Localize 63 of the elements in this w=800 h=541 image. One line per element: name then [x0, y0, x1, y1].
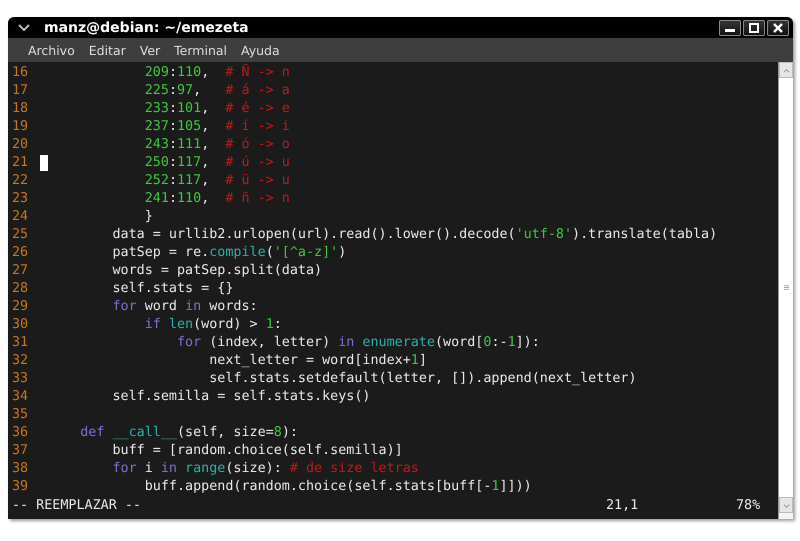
menu-item[interactable]: Archivo	[21, 40, 82, 60]
line-number: 18	[11, 100, 30, 118]
code-line: for i in range(size): # de size letras	[111, 460, 419, 478]
code-line: for (index, letter) in enumerate(word[0:-1]):	[176, 334, 540, 352]
grip-icon	[782, 284, 790, 291]
menu-item[interactable]: Ver	[132, 40, 168, 60]
line-number: 22	[11, 172, 30, 190]
line-number: 35	[11, 406, 30, 424]
line-number: 33	[11, 370, 30, 388]
code-line: next_letter = word[index+1]	[208, 352, 427, 370]
close-button[interactable]	[767, 20, 789, 36]
code-line: for word in words:	[111, 298, 258, 316]
code-line: patSep = re.compile('[^a-z]')	[111, 244, 346, 262]
line-number: 28	[11, 280, 30, 298]
code-line: 252:117, # ü -> u	[144, 172, 290, 190]
code-line: if len(word) > 1:	[144, 316, 282, 334]
code-line: data = urllib2.urlopen(url).read().lower().decode('utf-8').translate(tabla)	[111, 226, 718, 244]
code-line: self.stats = {}	[111, 280, 234, 298]
line-number: 26	[11, 244, 30, 262]
menu-item[interactable]: Terminal	[167, 40, 234, 60]
code-line: buff = [random.choice(self.semilla)]	[111, 442, 403, 460]
code-line: 233:101, # é -> e	[144, 100, 290, 118]
code-line: buff.append(random.choice(self.stats[buff[-1]]))	[144, 478, 532, 496]
line-number: 37	[11, 442, 30, 460]
line-number: 31	[11, 334, 30, 352]
line-number: 29	[11, 298, 30, 316]
chevron-icon[interactable]	[18, 24, 30, 32]
close-icon	[772, 22, 784, 32]
line-number: 20	[11, 136, 30, 154]
code-line: self.stats.setdefault(letter, []).append(next_letter)	[208, 370, 637, 388]
cursor-position: 21,1	[606, 497, 640, 515]
code-line: 209:110, # Ñ -> n	[144, 64, 290, 82]
code-line: 243:111, # ó -> o	[144, 136, 290, 154]
mode-indicator: -- REEMPLAZAR --	[12, 497, 142, 515]
minimize-icon	[725, 29, 735, 32]
code-line: }	[144, 208, 153, 226]
line-number: 21	[11, 154, 30, 172]
line-number: 39	[11, 478, 30, 496]
code-line: def __call__(self, size=8):	[79, 424, 298, 442]
line-number: 27	[11, 262, 30, 280]
line-number: 25	[11, 226, 30, 244]
line-number: 36	[11, 424, 30, 442]
line-number: 17	[11, 82, 30, 100]
window-title: manz@debian: ~/emezeta	[44, 20, 250, 36]
code-line: 241:110, # ñ -> n	[144, 190, 290, 208]
code-line: self.semilla = self.stats.keys()	[111, 388, 370, 406]
code-line: 225:97, # á -> a	[144, 82, 290, 100]
maximize-icon	[748, 22, 760, 32]
code-line: words = patSep.split(data)	[111, 262, 322, 280]
line-number: 34	[11, 388, 30, 406]
line-number: 16	[11, 64, 30, 82]
code-line: 237:105, # í -> i	[144, 118, 290, 136]
line-number: 24	[11, 208, 30, 226]
line-number: 38	[11, 460, 30, 478]
line-number: 30	[11, 316, 30, 334]
minimize-button[interactable]	[719, 20, 741, 36]
line-number: 32	[11, 352, 30, 370]
code-line: 250:117, # ú -> u	[144, 154, 290, 172]
menu-item[interactable]: Ayuda	[234, 40, 287, 60]
maximize-button[interactable]	[743, 20, 765, 36]
menu-item[interactable]: Editar	[82, 40, 133, 60]
line-number: 23	[11, 190, 30, 208]
line-number: 19	[11, 118, 30, 136]
